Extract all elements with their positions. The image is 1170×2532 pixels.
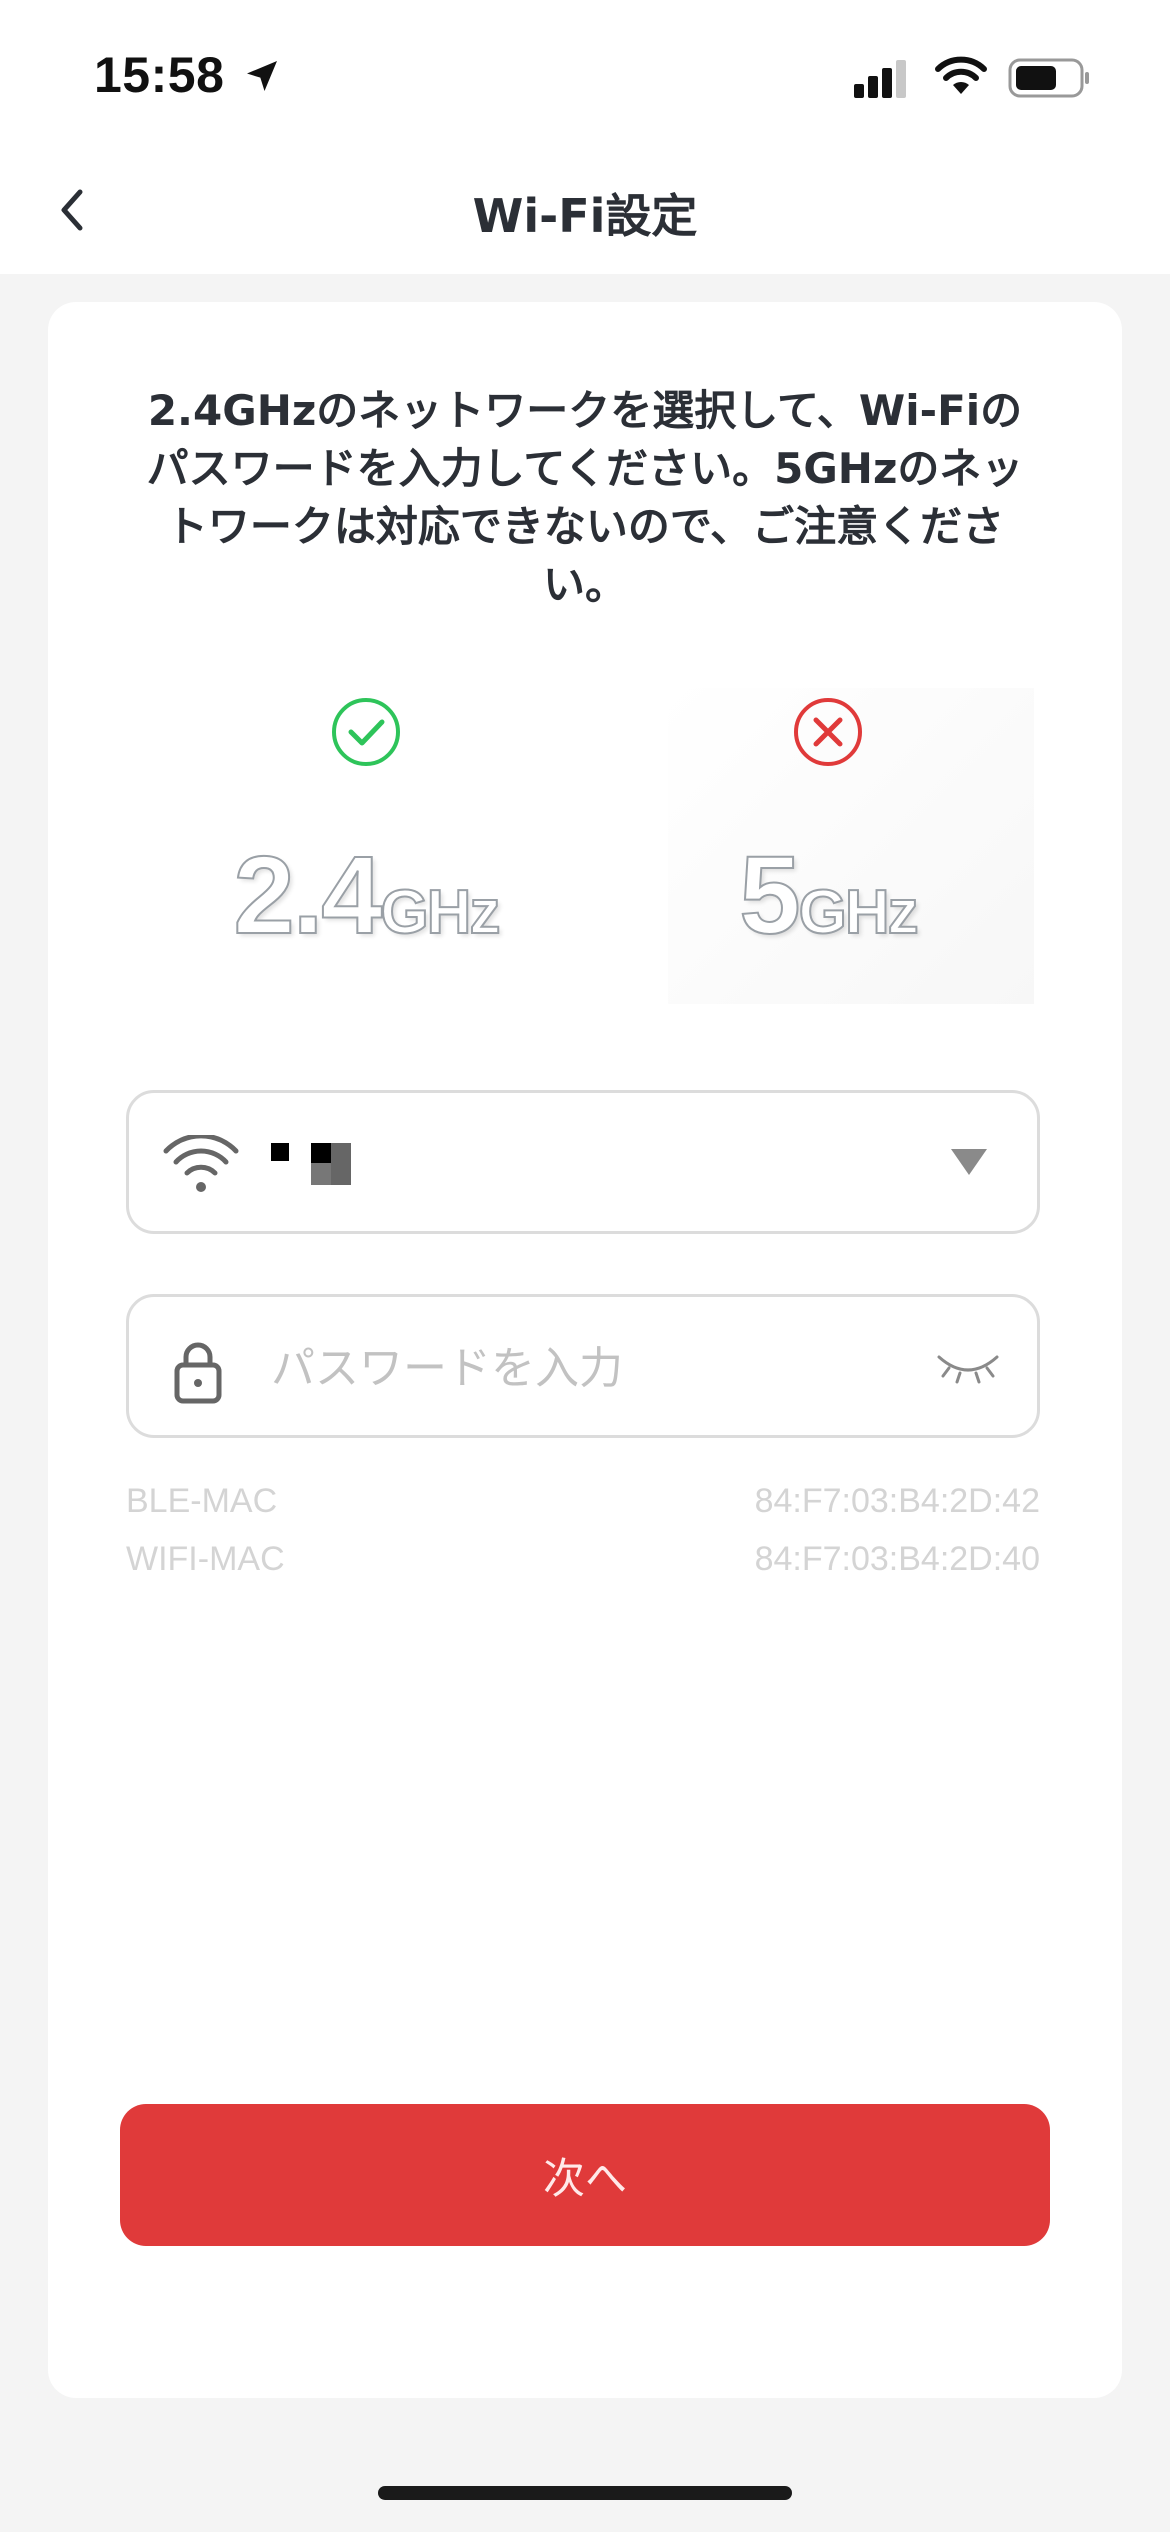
password-input[interactable]: [269, 1327, 913, 1409]
wifi-mac-row: WIFI-MAC 84:F7:03:B4:2D:40: [126, 1540, 1040, 1590]
status-bar: 15:58: [0, 0, 1170, 150]
next-button[interactable]: 次へ: [120, 2104, 1050, 2246]
ble-mac-label: BLE-MAC: [126, 1482, 278, 1520]
x-circle-icon: [794, 698, 862, 766]
band-5ghz-label: 5GHz: [738, 833, 919, 958]
band-2-4ghz: 2.4GHz: [166, 682, 566, 982]
band-5ghz: 5GHz: [628, 682, 1028, 982]
ble-mac-row: BLE-MAC 84:F7:03:B4:2D:42: [126, 1482, 1040, 1532]
wifi-icon: [163, 1135, 239, 1192]
wifi-mac-value: 84:F7:03:B4:2D:40: [754, 1540, 1040, 1578]
status-time: 15:58: [94, 47, 225, 103]
nav-bar: Wi-Fi設定: [0, 150, 1170, 274]
cellular-signal-icon: [854, 60, 906, 98]
ssid-select[interactable]: [126, 1090, 1040, 1234]
check-circle-icon: [332, 698, 400, 766]
home-indicator[interactable]: [378, 2486, 792, 2500]
location-arrow-icon: [247, 61, 277, 91]
band-2-4ghz-label: 2.4GHz: [233, 833, 502, 958]
ble-mac-value: 84:F7:03:B4:2D:42: [754, 1482, 1040, 1520]
triangle-down-icon: [951, 1149, 987, 1175]
wifi-mac-label: WIFI-MAC: [126, 1540, 285, 1578]
wifi-icon: [935, 56, 987, 94]
battery-icon: [1008, 58, 1089, 98]
password-field[interactable]: [126, 1294, 1040, 1438]
eye-closed-icon[interactable]: [935, 1349, 1001, 1389]
lock-icon: [174, 1342, 222, 1404]
instruction-text: 2.4GHzのネットワークを選択して、Wi-Fiのパスワードを入力してください。…: [146, 386, 1024, 609]
page-title: Wi-Fi設定: [472, 189, 698, 243]
wifi-setup-card: 2.4GHzのネットワークを選択して、Wi-Fiのパスワードを入力してください。…: [48, 302, 1122, 2398]
ssid-value-redacted: [271, 1137, 381, 1187]
